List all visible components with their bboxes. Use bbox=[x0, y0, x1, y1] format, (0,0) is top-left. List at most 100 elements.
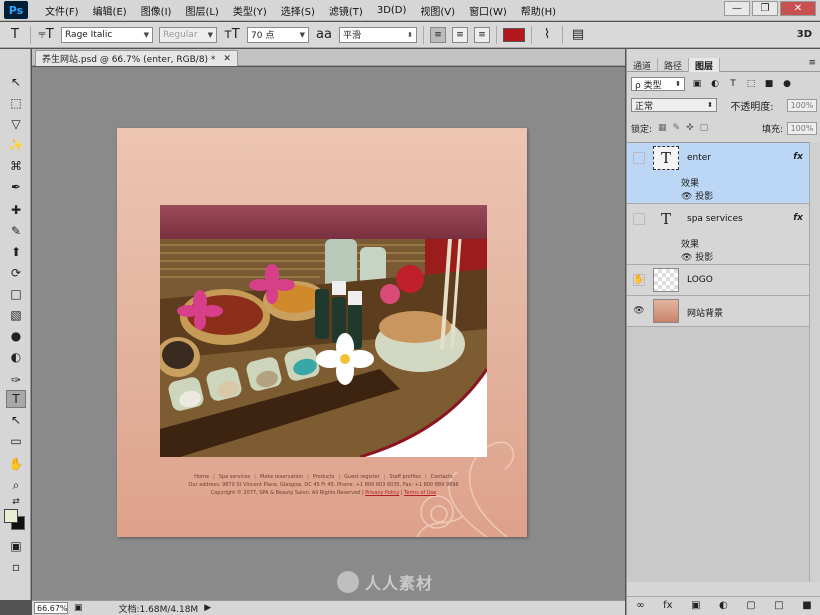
align-left-button[interactable]: ≡ bbox=[430, 26, 446, 43]
text-color-swatch[interactable] bbox=[503, 27, 525, 42]
filter-type-icon[interactable]: T bbox=[727, 79, 739, 89]
zoom-level-field[interactable]: 66.67% bbox=[34, 602, 68, 614]
layer-name[interactable]: spa services bbox=[687, 214, 743, 224]
filter-shape-icon[interactable]: ⬚ bbox=[745, 79, 757, 89]
privacy-policy-link[interactable]: Privacy Policy bbox=[365, 490, 399, 496]
dodge-tool-icon[interactable]: ◐ bbox=[6, 348, 26, 366]
quick-mask-icon[interactable]: ▣ bbox=[6, 537, 26, 555]
new-layer-icon[interactable]: □ bbox=[774, 600, 783, 611]
opacity-field[interactable]: 100% bbox=[787, 98, 817, 112]
menu-file[interactable]: 文件(F) bbox=[38, 3, 86, 18]
delete-layer-icon[interactable]: ■ bbox=[802, 600, 811, 611]
pen-tool-icon[interactable]: ✑ bbox=[6, 371, 26, 389]
new-group-icon[interactable]: ▢ bbox=[746, 600, 755, 611]
anti-alias-select[interactable]: 平滑 ⬍ bbox=[339, 26, 417, 43]
healing-brush-tool-icon[interactable]: ✚ bbox=[6, 201, 26, 219]
new-adjustment-layer-icon[interactable]: ◐ bbox=[719, 600, 728, 611]
layer-name[interactable]: LOGO bbox=[687, 275, 713, 285]
menu-window[interactable]: 窗口(W) bbox=[462, 3, 514, 18]
footer-link-guest-register[interactable]: Guest register bbox=[344, 474, 380, 480]
eye-icon[interactable]: 👁 bbox=[681, 253, 695, 263]
align-right-button[interactable]: ≡ bbox=[474, 26, 490, 43]
drop-shadow-effect[interactable]: 👁 投影 bbox=[681, 189, 713, 202]
eye-icon[interactable]: 👁 bbox=[633, 305, 645, 317]
type-tool-icon[interactable]: T bbox=[6, 390, 26, 408]
layers-scrollbar[interactable] bbox=[809, 142, 820, 582]
layer-effects-label[interactable]: 效果 bbox=[681, 237, 699, 250]
tab-channels[interactable]: 通道 bbox=[627, 58, 659, 72]
eraser-tool-icon[interactable]: □ bbox=[6, 285, 26, 303]
crop-tool-icon[interactable]: ⌘ bbox=[6, 157, 26, 175]
drop-shadow-effect[interactable]: 👁 投影 bbox=[681, 250, 713, 263]
terms-of-use-link[interactable]: Terms of Use bbox=[404, 490, 436, 496]
zoom-tool-icon[interactable]: ⌕ bbox=[6, 476, 26, 494]
marquee-tool-icon[interactable]: ⬚ bbox=[6, 94, 26, 112]
tab-paths[interactable]: 路径 bbox=[658, 58, 690, 72]
close-button[interactable]: ✕ bbox=[780, 1, 816, 16]
filter-kind-select[interactable]: ρ 类型 ⬍ bbox=[631, 77, 685, 91]
menu-filter[interactable]: 滤镜(T) bbox=[322, 3, 370, 18]
brush-tool-icon[interactable]: ✎ bbox=[6, 222, 26, 240]
blur-tool-icon[interactable]: ● bbox=[6, 327, 26, 345]
text-orientation-icon[interactable]: ⫧T bbox=[37, 27, 55, 42]
lock-all-icon[interactable]: ▢ bbox=[700, 123, 709, 133]
gradient-tool-icon[interactable]: ▧ bbox=[6, 306, 26, 324]
menu-layer[interactable]: 图层(L) bbox=[178, 3, 225, 18]
align-center-button[interactable]: ≡ bbox=[452, 26, 468, 43]
filter-adjustment-icon[interactable]: ◐ bbox=[709, 79, 721, 89]
footer-link-home[interactable]: Home bbox=[194, 474, 209, 480]
footer-link-spa-services[interactable]: Spa services bbox=[219, 474, 251, 480]
document-tab[interactable]: 养生网站.psd @ 66.7% (enter, RGB/8) * ✕ bbox=[35, 50, 238, 66]
status-info-icon[interactable]: ▣ bbox=[74, 603, 83, 613]
canvas-area[interactable]: Home | Spa services | Make reservation | Pr… bbox=[32, 67, 625, 600]
restore-button[interactable]: ❐ bbox=[752, 1, 778, 16]
history-brush-tool-icon[interactable]: ⟳ bbox=[6, 264, 26, 282]
tab-layers[interactable]: 图层 bbox=[689, 58, 721, 72]
hand-tool-icon[interactable]: ✋ bbox=[6, 455, 26, 473]
layer-name[interactable]: enter bbox=[687, 153, 711, 163]
fx-icon[interactable]: fx bbox=[793, 213, 803, 223]
lasso-tool-icon[interactable]: ▽ bbox=[6, 115, 26, 133]
footer-link-reservation[interactable]: Make reservation bbox=[260, 474, 303, 480]
menu-image[interactable]: 图像(I) bbox=[134, 3, 179, 18]
layer-row-background[interactable]: 👁 网站背景 bbox=[627, 296, 809, 327]
lock-transparent-icon[interactable]: ▦ bbox=[658, 123, 667, 133]
visibility-toggle[interactable] bbox=[633, 152, 645, 164]
panel-menu-icon[interactable]: ≡ bbox=[808, 58, 816, 68]
minimize-button[interactable]: — bbox=[724, 1, 750, 16]
screen-mode-icon[interactable]: ▫ bbox=[6, 558, 26, 576]
menu-help[interactable]: 帮助(H) bbox=[514, 3, 563, 18]
fill-field[interactable]: 100% bbox=[787, 121, 817, 135]
fx-icon[interactable]: fx bbox=[793, 152, 803, 162]
layer-row-logo[interactable]: ✋ LOGO bbox=[627, 265, 809, 296]
link-layers-icon[interactable]: ∞ bbox=[636, 600, 644, 611]
move-tool-icon[interactable]: ↖ bbox=[6, 73, 26, 91]
eye-icon[interactable]: 👁 bbox=[681, 192, 695, 202]
type-tool-preset-icon[interactable]: T bbox=[6, 27, 24, 42]
artboard[interactable]: Home | Spa services | Make reservation | Pr… bbox=[117, 128, 527, 537]
menu-type[interactable]: 类型(Y) bbox=[226, 3, 274, 18]
visibility-toggle[interactable] bbox=[633, 213, 645, 225]
footer-link-products[interactable]: Products bbox=[313, 474, 335, 480]
layer-row-enter[interactable]: T enter fx 效果 👁 投影 bbox=[627, 143, 809, 204]
blend-mode-select[interactable]: 正常 ⬍ bbox=[631, 98, 717, 112]
lock-pixels-icon[interactable]: ✎ bbox=[673, 123, 681, 133]
visibility-toggle[interactable]: ✋ bbox=[633, 274, 645, 286]
close-tab-icon[interactable]: ✕ bbox=[223, 54, 231, 64]
font-family-select[interactable]: Rage Italic ▼ bbox=[61, 26, 153, 43]
character-panel-icon[interactable]: ▤ bbox=[569, 27, 587, 42]
status-menu-arrow-icon[interactable]: ▶ bbox=[204, 603, 211, 613]
layer-name[interactable]: 网站背景 bbox=[687, 306, 723, 319]
path-select-tool-icon[interactable]: ↖ bbox=[6, 411, 26, 429]
quick-select-tool-icon[interactable]: ✨ bbox=[6, 136, 26, 154]
menu-3d[interactable]: 3D(D) bbox=[370, 5, 414, 16]
foreground-color-swatch[interactable] bbox=[4, 509, 18, 523]
filter-pixel-icon[interactable]: ▣ bbox=[691, 79, 703, 89]
layer-effects-label[interactable]: 效果 bbox=[681, 176, 699, 189]
menu-edit[interactable]: 编辑(E) bbox=[86, 3, 134, 18]
clone-stamp-tool-icon[interactable]: ⬆ bbox=[6, 243, 26, 261]
menu-select[interactable]: 选择(S) bbox=[274, 3, 322, 18]
shape-tool-icon[interactable]: ▭ bbox=[6, 432, 26, 450]
font-size-select[interactable]: 70 点 ▼ bbox=[247, 26, 309, 43]
footer-link-contacts[interactable]: Contacts bbox=[431, 474, 453, 480]
